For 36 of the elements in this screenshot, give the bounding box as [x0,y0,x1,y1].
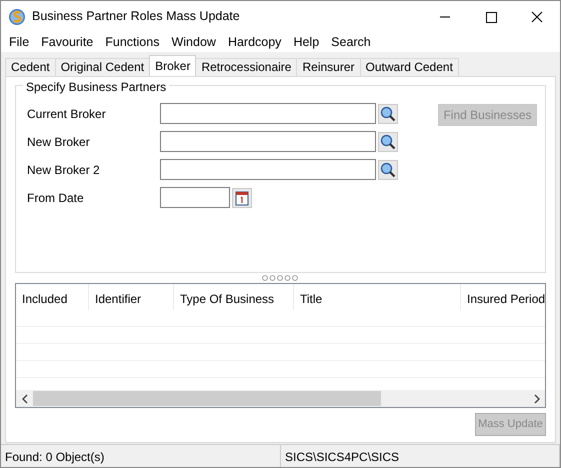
field-label: New Broker [27,134,91,150]
calendar-button[interactable] [232,188,252,208]
column-header[interactable]: Insured Period [461,284,545,310]
tab[interactable]: Original Cedent [54,58,150,76]
tab[interactable]: Broker [149,55,196,76]
column-header[interactable]: Type Of Business [174,284,294,310]
input-field[interactable] [160,159,376,180]
input-field[interactable] [160,103,376,124]
menu-item[interactable]: Search [325,32,377,52]
app-logo-icon [8,8,26,26]
status-text: SICS\SICS4PC\SICS [281,445,560,467]
window-title: Business Partner Roles Mass Update [32,8,241,26]
column-header[interactable]: Included [16,284,89,310]
menu-item[interactable]: Functions [99,32,166,52]
tab[interactable]: Cedent [5,58,56,76]
scroll-left-icon[interactable] [20,394,28,404]
splitter-handle[interactable] [262,275,300,281]
search-button[interactable] [378,104,398,124]
menu-item[interactable]: Help [287,32,326,52]
scrollbar-thumb[interactable] [33,391,381,406]
menu-item[interactable]: File [3,32,36,52]
menu-item[interactable]: Window [165,32,222,52]
search-button[interactable] [378,132,398,152]
status-text: Found: 0 Object(s) [1,445,281,467]
field-label: Current Broker [27,106,107,122]
date-field[interactable] [160,187,230,208]
search-button[interactable] [378,160,398,180]
menu-item[interactable]: Favourite [35,32,100,52]
field-label: From Date [27,190,85,206]
field-label: New Broker 2 [27,162,101,178]
menu-item[interactable]: Hardcopy [222,32,288,52]
scroll-right-icon[interactable] [532,394,540,404]
column-header[interactable]: Identifier [89,284,174,310]
input-field[interactable] [160,131,376,152]
tab[interactable]: Outward Cedent [360,58,459,76]
column-header[interactable]: Title [294,284,461,310]
